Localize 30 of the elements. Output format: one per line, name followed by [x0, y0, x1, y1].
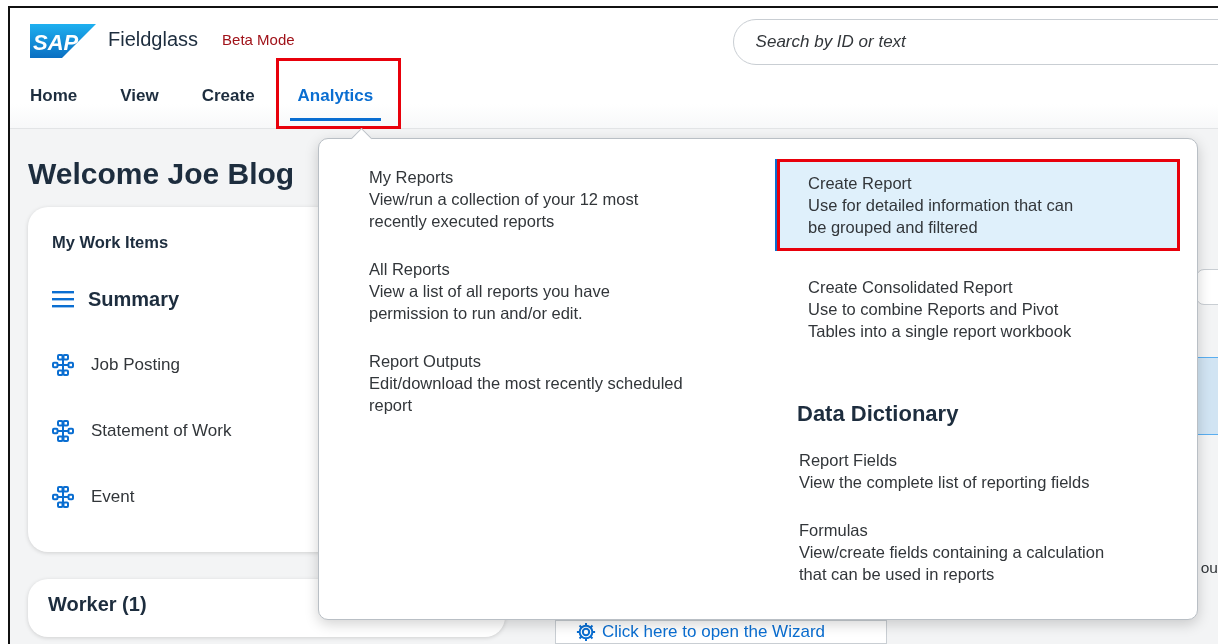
- gear-icon: [576, 622, 596, 642]
- summary-link[interactable]: Summary: [88, 287, 180, 311]
- menu-item[interactable]: Create Report Use for detailed information that can be grouped and filtered: [775, 159, 1180, 251]
- network-icon: [52, 420, 74, 442]
- menu-item[interactable]: Create Consolidated Report Use to combine Reports and Pivot Tables into a single report workbook: [775, 263, 1180, 355]
- menu-icon: [52, 290, 74, 308]
- menu-item[interactable]: All Reports View a list of all reports you have permission to run and/or edit.: [369, 258, 775, 324]
- text-fragment: ou: [1200, 559, 1218, 577]
- wizard-link[interactable]: Click here to open the Wizard: [555, 620, 887, 644]
- logo: SAP: [30, 24, 96, 58]
- work-item-link[interactable]: Job Posting: [91, 355, 180, 375]
- product-name: Fieldglass: [108, 27, 199, 51]
- network-icon: [52, 354, 74, 376]
- search-field[interactable]: Search by ID or text: [732, 19, 1218, 65]
- nav-tab[interactable]: Home: [22, 76, 86, 121]
- menu-item[interactable]: My Reports View/run a collection of your 12 most recently executed reports: [369, 166, 775, 232]
- menu-item[interactable]: Report Outputs Edit/download the most recently scheduled report: [369, 350, 775, 416]
- nav-tab[interactable]: Analytics: [289, 76, 382, 121]
- card-title: Worker (1): [48, 593, 147, 615]
- section-heading: Data Dictionary: [797, 401, 960, 427]
- work-item-link[interactable]: Statement of Work: [91, 421, 232, 441]
- work-item-link[interactable]: Event: [91, 487, 135, 507]
- menu-item[interactable]: Formulas View/create fields containing a calculation that can be used in reports: [799, 519, 1180, 585]
- nav-tab[interactable]: Create: [193, 76, 263, 121]
- mode-label: Beta Mode: [222, 30, 295, 48]
- menu-item[interactable]: Report Fields View the complete list of reporting fields: [799, 449, 1180, 493]
- network-icon: [52, 486, 74, 508]
- welcome-heading: Welcome Joe Blog: [28, 157, 295, 191]
- nav-tab[interactable]: View: [112, 76, 167, 121]
- card-title: My Work Items: [52, 233, 170, 252]
